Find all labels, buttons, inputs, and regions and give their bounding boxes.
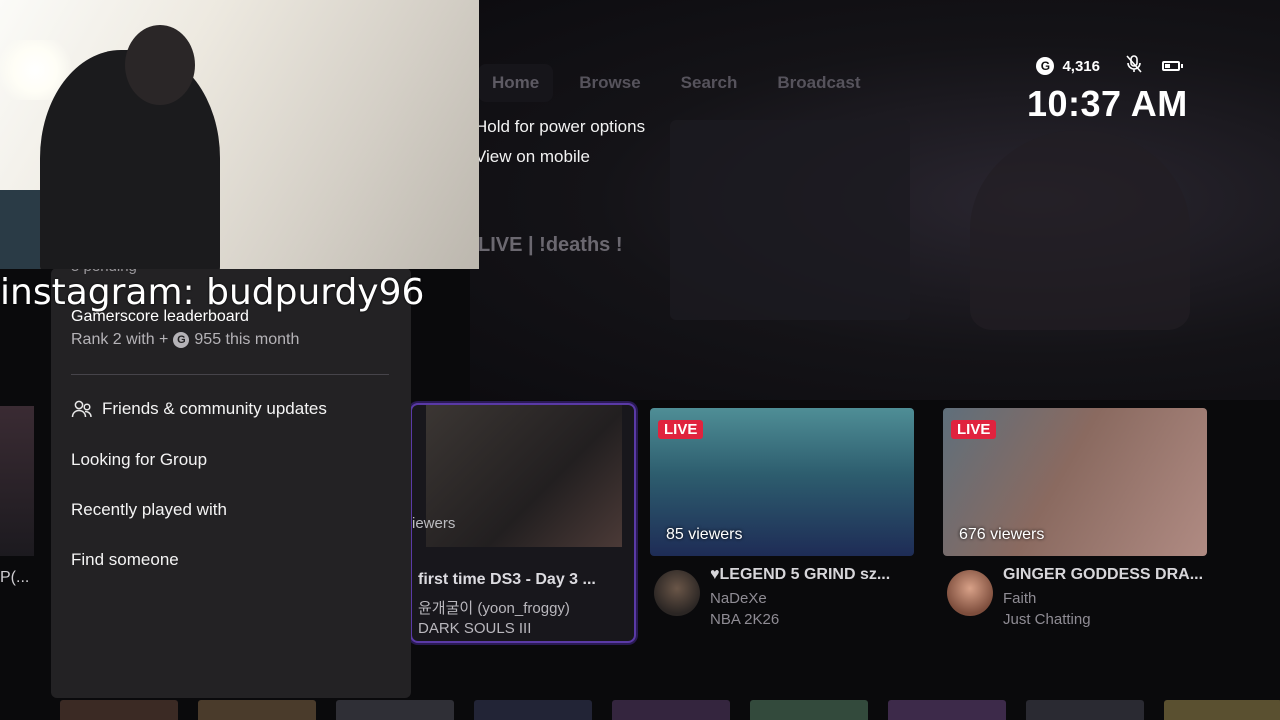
stream-title: GINGER GODDESS DRA...: [1003, 566, 1204, 583]
channel-name: NaDeXe: [710, 590, 767, 607]
instagram-overlay-text: instagram: budpurdy96: [0, 272, 425, 313]
friends-community-updates-item[interactable]: Friends & community updates: [71, 399, 327, 419]
background-shelf: [0, 190, 40, 269]
tile[interactable]: [888, 700, 1006, 720]
live-badge: LIVE: [658, 420, 704, 439]
gamerscore-icon: G: [1036, 57, 1055, 75]
stream-title: ♥LEGEND 5 GRIND sz...: [710, 566, 891, 583]
channel-name: 윤개굴이 (yoon_froggy): [418, 600, 570, 617]
stream-thumbnail: [426, 405, 622, 547]
status-bar: G 4,316: [1036, 55, 1183, 77]
tile[interactable]: [1026, 700, 1144, 720]
tile[interactable]: [750, 700, 868, 720]
leaderboard-rank-prefix: Rank 2 with +: [71, 331, 169, 348]
mic-muted-icon: [1126, 55, 1142, 77]
stream-title: first time DS3 - Day 3 ...: [418, 571, 596, 588]
find-someone-label: Find someone: [71, 550, 179, 569]
avatar: [654, 570, 700, 616]
webcam-overlay: [0, 0, 479, 269]
people-icon: [71, 399, 93, 419]
tile[interactable]: [198, 700, 316, 720]
gamerscore-icon: G: [173, 332, 190, 348]
viewer-count: 85 viewers: [666, 526, 743, 543]
partial-stream-title: P(...: [0, 569, 30, 586]
tile[interactable]: [60, 700, 178, 720]
divider: [71, 374, 389, 375]
stream-thumbnail: LIVE 85 viewers: [650, 408, 914, 556]
channel-name: Faith: [1003, 590, 1037, 607]
game-name: NBA 2K26: [710, 611, 780, 628]
tab-search[interactable]: Search: [667, 64, 752, 102]
game-name: DARK SOULS III: [418, 620, 532, 637]
leaderboard-rank-suffix: 955 this month: [194, 331, 300, 348]
power-options-hint: Hold for power options: [475, 117, 646, 136]
stream-thumbnail: LIVE 676 viewers: [943, 408, 1207, 556]
hero-title: LIVE | !deaths !: [478, 234, 623, 256]
game-name: Just Chatting: [1003, 611, 1091, 628]
selected-stream-card[interactable]: iewers first time DS3 - Day 3 ... 윤개굴이 (…: [410, 403, 636, 643]
friends-community-updates-label: Friends & community updates: [102, 399, 327, 418]
find-someone-item[interactable]: Find someone: [71, 550, 179, 570]
avatar: [947, 570, 993, 616]
stream-card[interactable]: LIVE 85 viewers ♥LEGEND 5 GRIND sz... Na…: [650, 408, 914, 628]
hero-art-right: [970, 130, 1190, 330]
tile[interactable]: [1164, 700, 1280, 720]
tile[interactable]: [612, 700, 730, 720]
gamerscore-value: 4,316: [1062, 57, 1100, 75]
guide-panel: 5 pending Gamerscore leaderboard Rank 2 …: [51, 258, 411, 698]
streamer-head: [125, 25, 195, 105]
viewer-count: iewers: [412, 515, 456, 532]
recently-played-with-label: Recently played with: [71, 500, 227, 519]
hero-art-left: [670, 120, 910, 320]
stream-card[interactable]: LIVE 676 viewers GINGER GODDESS DRA... F…: [943, 408, 1207, 628]
live-badge: LIVE: [951, 420, 997, 439]
top-nav: Home Browse Search Broadcast: [478, 64, 887, 102]
view-on-mobile-hint: View on mobile: [475, 147, 590, 166]
partial-stream-card[interactable]: [0, 406, 34, 556]
bottom-row: [60, 700, 1280, 720]
tab-browse[interactable]: Browse: [565, 64, 654, 102]
tab-home[interactable]: Home: [478, 64, 554, 102]
clock: 10:37 AM: [1027, 83, 1188, 124]
viewer-count: 676 viewers: [959, 526, 1045, 543]
tile[interactable]: [336, 700, 454, 720]
leaderboard-rank: Rank 2 with + G 955 this month: [71, 331, 299, 349]
recently-played-with-item[interactable]: Recently played with: [71, 500, 227, 520]
looking-for-group-item[interactable]: Looking for Group: [71, 450, 207, 470]
tab-broadcast[interactable]: Broadcast: [763, 64, 874, 102]
looking-for-group-label: Looking for Group: [71, 450, 208, 469]
tile[interactable]: [474, 700, 592, 720]
battery-icon: [1162, 61, 1183, 71]
